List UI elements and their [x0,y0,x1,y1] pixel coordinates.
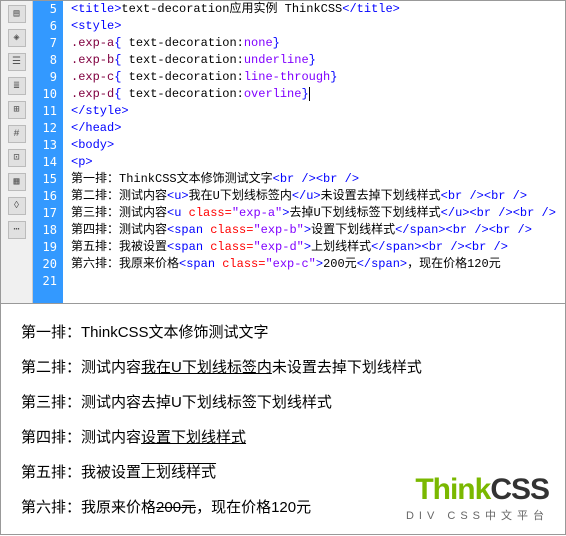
line-number: 8 [33,52,57,69]
line-number: 13 [33,137,57,154]
code-line: 第二排：测试内容<u>我在U下划线标签内</u>未设置去掉下划线样式<br />… [71,188,565,205]
logo-subtitle: DIV CSS中文平台 [406,509,549,524]
thinkcss-logo: ThinkCSS DIV CSS中文平台 [406,469,549,524]
logo-css: CSS [490,473,549,506]
line-number: 21 [33,273,57,290]
code-line: .exp-d{ text-decoration:overline} [71,86,565,103]
tool-icon[interactable]: ▦ [8,173,26,191]
tool-icon[interactable]: ⊡ [8,149,26,167]
editor-window: ▤ ◈ ☰ ≣ ⊞ # ⊡ ▦ ◊ ⋯ 5 6 7 8 9 10 11 12 1… [0,0,566,535]
line-number-gutter: 5 6 7 8 9 10 11 12 13 14 15 16 17 18 19 … [33,1,63,303]
preview-row-4: 第四排：测试内容设置下划线样式 [21,427,545,448]
overline-text: 上划线样式 [141,464,216,481]
tool-icon[interactable]: ◊ [8,197,26,215]
editor-toolbar: ▤ ◈ ☰ ≣ ⊞ # ⊡ ▦ ◊ ⋯ [1,1,33,303]
code-line: .exp-c{ text-decoration:line-through} [71,69,565,86]
code-editor-pane: ▤ ◈ ☰ ≣ ⊞ # ⊡ ▦ ◊ ⋯ 5 6 7 8 9 10 11 12 1… [1,1,565,304]
code-line: <body> [71,137,565,154]
preview-row-1: 第一排：ThinkCSS文本修饰测试文字 [21,322,545,343]
tool-icon[interactable]: ⊞ [8,101,26,119]
logo-think: Think [415,473,490,506]
line-number: 5 [33,1,57,18]
preview-row-2: 第二排：测试内容我在U下划线标签内未设置去掉下划线样式 [21,357,545,378]
line-number: 14 [33,154,57,171]
tool-icon[interactable]: # [8,125,26,143]
preview-row-3: 第三排：测试内容去掉U下划线标签下划线样式 [21,392,545,413]
line-number: 7 [33,35,57,52]
no-decoration-text: 去掉U下划线标签下划线样式 [141,394,332,411]
tool-icon[interactable]: ◈ [8,29,26,47]
code-line: 第一排：ThinkCSS文本修饰测试文字<br /><br /> [71,171,565,188]
tool-icon[interactable]: ≣ [8,77,26,95]
code-line: 第四排：测试内容<span class="exp-b">设置下划线样式</spa… [71,222,565,239]
line-number: 6 [33,18,57,35]
line-number: 16 [33,188,57,205]
line-number: 19 [33,239,57,256]
line-through-text: 200元 [156,499,196,516]
browser-preview-pane: 第一排：ThinkCSS文本修饰测试文字 第二排：测试内容我在U下划线标签内未设… [1,304,565,534]
tool-icon[interactable]: ⋯ [8,221,26,239]
code-line: .exp-b{ text-decoration:underline} [71,52,565,69]
code-line: 第三排：测试内容<u class="exp-a">去掉U下划线标签下划线样式</… [71,205,565,222]
line-number: 20 [33,256,57,273]
tool-icon[interactable]: ☰ [8,53,26,71]
line-number: 11 [33,103,57,120]
underline-text: 设置下划线样式 [141,429,246,446]
code-line: 第五排：我被设置<span class="exp-d">上划线样式</span>… [71,239,565,256]
code-line: <title>text-decoration应用实例 ThinkCSS</tit… [71,1,565,18]
code-line: <p> [71,154,565,171]
line-number: 10 [33,86,57,103]
tool-icon[interactable]: ▤ [8,5,26,23]
line-number: 9 [33,69,57,86]
line-number: 17 [33,205,57,222]
code-line: 第六排：我原来价格<span class="exp-c">200元</span>… [71,256,565,273]
code-text-area[interactable]: <title>text-decoration应用实例 ThinkCSS</tit… [63,1,565,303]
underline-text: 我在U下划线标签内 [141,359,272,376]
line-number: 12 [33,120,57,137]
code-line: .exp-a{ text-decoration:none} [71,35,565,52]
code-line: </head> [71,120,565,137]
code-line: </style> [71,103,565,120]
line-number: 15 [33,171,57,188]
line-number: 18 [33,222,57,239]
code-line: <style> [71,18,565,35]
